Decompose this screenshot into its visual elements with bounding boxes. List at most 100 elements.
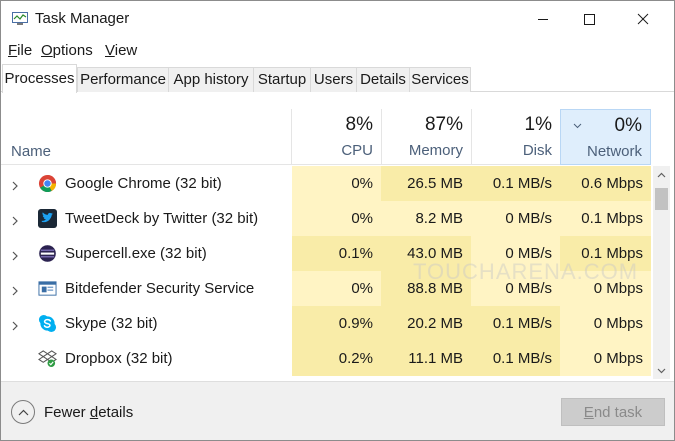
process-row[interactable]: Google Chrome (32 bit) 0% 26.5 MB 0.1 MB… (1, 166, 651, 201)
expand-chevron-icon[interactable] (12, 213, 19, 231)
network-label: Network (586, 143, 642, 160)
window-title: Task Manager (35, 10, 130, 27)
process-name: Dropbox (32 bit) (65, 350, 173, 367)
chevron-up-icon (657, 172, 666, 177)
menu-file[interactable]: File (8, 42, 32, 59)
disk-total: 1% (524, 114, 552, 135)
column-header-network[interactable]: 0% Network (560, 109, 651, 165)
tab-users[interactable]: Users (310, 67, 357, 92)
minimize-button[interactable] (520, 1, 566, 37)
supercell-icon (38, 244, 57, 263)
tab-services[interactable]: Services (409, 67, 471, 92)
menu-file-accelerator: F (8, 42, 18, 59)
process-disk: 0.1 MB/s (471, 306, 560, 341)
process-name: Supercell.exe (32 bit) (65, 245, 207, 262)
menu-view-accelerator: V (105, 42, 115, 59)
process-cpu: 0% (292, 271, 381, 306)
end-task-label: nd task (593, 404, 643, 421)
process-disk: 0.1 MB/s (471, 341, 560, 376)
dropbox-icon (38, 349, 57, 368)
tab-details[interactable]: Details (356, 67, 410, 92)
scroll-up-button[interactable] (653, 166, 670, 183)
process-network: 0.6 Mbps (560, 166, 651, 201)
process-row[interactable]: Supercell.exe (32 bit) 0.1% 43.0 MB 0 MB… (1, 236, 651, 271)
process-memory: 11.1 MB (381, 341, 471, 376)
process-memory: 20.2 MB (381, 306, 471, 341)
maximize-icon (584, 14, 595, 25)
end-task-button[interactable]: End task (561, 398, 665, 426)
column-header-cpu[interactable]: 8% CPU (291, 109, 381, 165)
menu-view[interactable]: View (105, 42, 137, 59)
column-header: Name 8% CPU 87% Memory 1% Disk 0% Networ… (1, 109, 651, 165)
tab-processes[interactable]: Processes (2, 64, 77, 93)
task-manager-window: Task Manager File Options View Processes… (0, 0, 675, 441)
process-network: 0 Mbps (560, 341, 651, 376)
process-disk: 0 MB/s (471, 236, 560, 271)
cpu-total: 8% (345, 114, 373, 135)
process-name: Google Chrome (32 bit) (65, 175, 222, 192)
tab-app-history[interactable]: App history (168, 67, 254, 92)
process-memory: 88.8 MB (381, 271, 471, 306)
process-disk: 0 MB/s (471, 271, 560, 306)
process-row[interactable]: Skype (32 bit) 0.9% 20.2 MB 0.1 MB/s 0 M… (1, 306, 651, 341)
menu-options-accelerator: O (41, 42, 53, 59)
column-header-disk[interactable]: 1% Disk (471, 109, 560, 165)
bitdefender-icon (38, 279, 57, 298)
expand-chevron-icon[interactable] (12, 318, 19, 336)
menu-options-label: ptions (52, 42, 93, 59)
process-disk: 0.1 MB/s (471, 166, 560, 201)
fewer-details-button[interactable] (11, 400, 35, 424)
process-row[interactable]: Bitdefender Security Service 0% 88.8 MB … (1, 271, 651, 306)
expand-chevron-icon[interactable] (12, 283, 19, 301)
process-cpu: 0% (292, 201, 381, 236)
maximize-button[interactable] (566, 1, 612, 37)
disk-label: Disk (522, 142, 552, 159)
vertical-scrollbar[interactable] (653, 166, 670, 379)
scroll-thumb[interactable] (655, 188, 668, 210)
column-header-name[interactable]: Name (11, 143, 51, 160)
fewer-details-link[interactable]: Fewer details (44, 404, 133, 421)
scroll-down-button[interactable] (653, 362, 670, 379)
process-list: Google Chrome (32 bit) 0% 26.5 MB 0.1 MB… (1, 166, 651, 379)
memory-total: 87% (424, 114, 463, 135)
process-cpu: 0.2% (292, 341, 381, 376)
process-network: 0 Mbps (560, 271, 651, 306)
chevron-up-icon (18, 409, 28, 415)
menu-view-label: iew (114, 42, 138, 59)
tab-startup[interactable]: Startup (253, 67, 311, 92)
process-cpu: 0.9% (292, 306, 381, 341)
process-network: 0.1 Mbps (560, 236, 651, 271)
end-task-accelerator: E (583, 404, 594, 421)
chrome-icon (38, 174, 57, 193)
tab-performance[interactable]: Performance (77, 67, 169, 92)
expand-chevron-icon[interactable] (12, 178, 19, 196)
close-button[interactable] (620, 1, 666, 37)
process-network: 0 Mbps (560, 306, 651, 341)
process-memory: 43.0 MB (381, 236, 471, 271)
close-icon (637, 13, 649, 25)
process-memory: 26.5 MB (381, 166, 471, 201)
memory-label: Memory (408, 142, 463, 159)
chevron-down-icon (657, 368, 666, 373)
skype-icon (38, 314, 57, 333)
cpu-label: CPU (341, 142, 373, 159)
process-name: Skype (32 bit) (65, 315, 158, 332)
menu-file-label: ile (17, 42, 33, 59)
fewer-details-text: Fewer (44, 404, 90, 421)
process-name: TweetDeck by Twitter (32 bit) (65, 210, 259, 227)
column-header-memory[interactable]: 87% Memory (381, 109, 471, 165)
title-bar[interactable]: Task Manager (1, 1, 674, 39)
expand-chevron-icon[interactable] (12, 248, 19, 266)
menu-options[interactable]: Options (41, 42, 93, 59)
process-name: Bitdefender Security Service (65, 280, 255, 297)
tab-strip: Processes Performance App history Startu… (1, 64, 674, 93)
process-cpu: 0.1% (292, 236, 381, 271)
process-row[interactable]: Dropbox (32 bit) 0.2% 11.1 MB 0.1 MB/s 0… (1, 341, 651, 376)
process-memory: 8.2 MB (381, 201, 471, 236)
menu-bar: File Options View (1, 39, 674, 63)
task-manager-app-icon (12, 12, 28, 26)
process-network: 0.1 Mbps (560, 201, 651, 236)
tweetdeck-icon (38, 209, 57, 228)
process-disk: 0 MB/s (471, 201, 560, 236)
process-row[interactable]: TweetDeck by Twitter (32 bit) 0% 8.2 MB … (1, 201, 651, 236)
